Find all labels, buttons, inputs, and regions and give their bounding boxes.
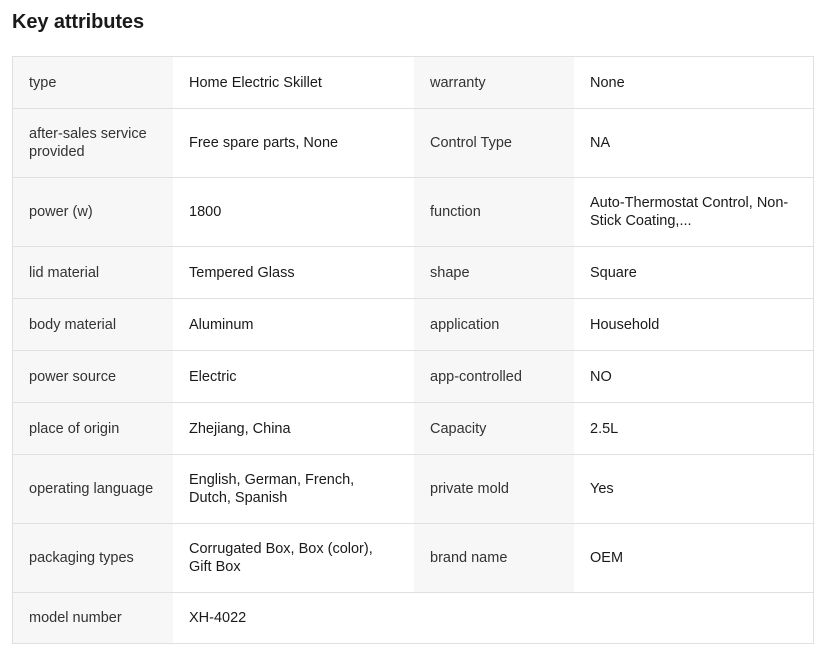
attribute-value: Household xyxy=(574,299,813,350)
table-row: lid material Tempered Glass shape Square xyxy=(13,247,813,299)
attribute-value: Electric xyxy=(173,351,414,402)
attribute-key: Control Type xyxy=(414,109,574,177)
empty-cell xyxy=(414,593,574,643)
empty-cell xyxy=(574,593,813,643)
attribute-value: Home Electric Skillet xyxy=(173,57,414,108)
attribute-key: Capacity xyxy=(414,403,574,454)
attribute-key: packaging types xyxy=(13,524,173,592)
attribute-key: lid material xyxy=(13,247,173,298)
attribute-value: NA xyxy=(574,109,813,177)
attribute-key: private mold xyxy=(414,455,574,523)
attribute-key: operating language xyxy=(13,455,173,523)
attribute-key: shape xyxy=(414,247,574,298)
attribute-value: Tempered Glass xyxy=(173,247,414,298)
attribute-value: Auto-Thermostat Control, Non-Stick Coati… xyxy=(574,178,813,246)
attribute-key: app-controlled xyxy=(414,351,574,402)
table-row: power (w) 1800 function Auto-Thermostat … xyxy=(13,178,813,247)
attribute-value: 2.5L xyxy=(574,403,813,454)
attribute-key: after-sales service provided xyxy=(13,109,173,177)
attribute-key: body material xyxy=(13,299,173,350)
section-title: Key attributes xyxy=(12,11,144,33)
attribute-value: 1800 xyxy=(173,178,414,246)
table-row: operating language English, German, Fren… xyxy=(13,455,813,524)
attribute-value: Zhejiang, China xyxy=(173,403,414,454)
attributes-table: type Home Electric Skillet warranty None… xyxy=(12,56,814,644)
table-row: power source Electric app-controlled NO xyxy=(13,351,813,403)
attribute-key: brand name xyxy=(414,524,574,592)
attribute-value: Aluminum xyxy=(173,299,414,350)
attribute-value: Square xyxy=(574,247,813,298)
table-row: after-sales service provided Free spare … xyxy=(13,109,813,178)
attribute-value: NO xyxy=(574,351,813,402)
table-row: model number XH-4022 xyxy=(13,593,813,643)
attribute-key: application xyxy=(414,299,574,350)
attribute-key: power (w) xyxy=(13,178,173,246)
attribute-value: OEM xyxy=(574,524,813,592)
attribute-key: place of origin xyxy=(13,403,173,454)
table-row: place of origin Zhejiang, China Capacity… xyxy=(13,403,813,455)
attribute-key: power source xyxy=(13,351,173,402)
table-row: type Home Electric Skillet warranty None xyxy=(13,57,813,109)
attribute-value: English, German, French, Dutch, Spanish xyxy=(173,455,414,523)
attribute-value: XH-4022 xyxy=(173,593,414,643)
table-row: body material Aluminum application House… xyxy=(13,299,813,351)
attribute-value: Free spare parts, None xyxy=(173,109,414,177)
table-row: packaging types Corrugated Box, Box (col… xyxy=(13,524,813,593)
attribute-key: model number xyxy=(13,593,173,643)
attribute-key: function xyxy=(414,178,574,246)
attribute-key: warranty xyxy=(414,57,574,108)
attribute-value: Corrugated Box, Box (color), Gift Box xyxy=(173,524,414,592)
attribute-key: type xyxy=(13,57,173,108)
attribute-value: None xyxy=(574,57,813,108)
attribute-value: Yes xyxy=(574,455,813,523)
